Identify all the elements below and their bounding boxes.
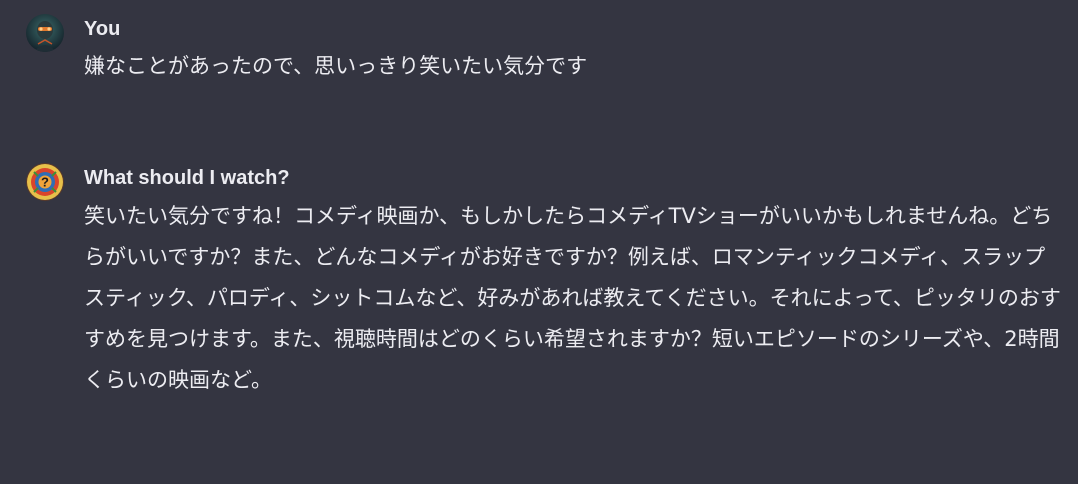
message-author: What should I watch? <box>84 167 290 189</box>
message-text: 笑いたい気分ですね！コメディ映画か、もしかしたらコメディTVショーがいいかもしれ… <box>84 204 1061 392</box>
user-message: You 嫌なことがあったので、思いっきり笑いたい気分です <box>26 14 1064 85</box>
user-avatar-icon <box>26 14 64 52</box>
chat-transcript: You 嫌なことがあったので、思いっきり笑いたい気分です ? What shou… <box>0 0 1078 484</box>
assistant-message: ? What should I watch? 笑いたい気分ですね！コメディ映画か… <box>26 163 1064 401</box>
svg-text:?: ? <box>41 175 49 190</box>
message-author: You <box>84 18 121 40</box>
gpt-avatar-icon: ? <box>26 163 64 201</box>
message-text: 嫌なことがあったので、思いっきり笑いたい気分です <box>84 54 588 78</box>
